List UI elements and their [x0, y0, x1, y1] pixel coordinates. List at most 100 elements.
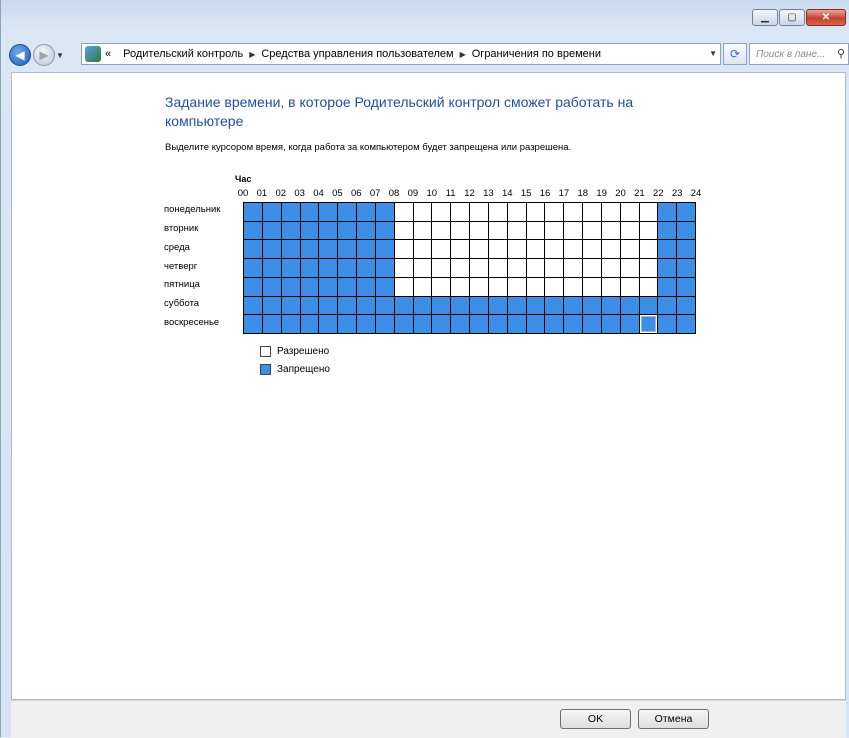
- refresh-button[interactable]: ⟳: [723, 43, 747, 65]
- time-cell[interactable]: [357, 277, 376, 297]
- cancel-button[interactable]: Отмена: [638, 709, 709, 729]
- time-cell[interactable]: [300, 240, 320, 260]
- time-cell[interactable]: [620, 277, 640, 297]
- time-cell[interactable]: [451, 315, 470, 334]
- time-cell[interactable]: [507, 277, 527, 297]
- time-cell[interactable]: [620, 259, 640, 278]
- time-cell[interactable]: [470, 203, 489, 222]
- time-cell[interactable]: [601, 296, 621, 316]
- time-cell[interactable]: [488, 296, 508, 316]
- time-cell[interactable]: [451, 259, 470, 278]
- time-cell[interactable]: [545, 203, 565, 222]
- time-cell[interactable]: [564, 315, 583, 334]
- time-cell[interactable]: [262, 259, 282, 278]
- time-cell[interactable]: [639, 259, 659, 278]
- breadcrumb-separator-icon[interactable]: ▶: [460, 50, 466, 59]
- time-cell[interactable]: [375, 296, 395, 316]
- time-cell[interactable]: [432, 240, 452, 260]
- time-cell[interactable]: [262, 277, 282, 297]
- time-cell[interactable]: [677, 296, 696, 316]
- time-cell[interactable]: [357, 240, 376, 260]
- time-cell[interactable]: [338, 240, 357, 260]
- time-cell[interactable]: [394, 221, 414, 241]
- time-cell[interactable]: [262, 240, 282, 260]
- time-cell[interactable]: [413, 240, 433, 260]
- time-cell[interactable]: [470, 221, 489, 241]
- time-cell[interactable]: [394, 277, 414, 297]
- time-cell[interactable]: [545, 259, 565, 278]
- time-cell[interactable]: [300, 259, 320, 278]
- search-input[interactable]: Поиск в пане... ⚲: [749, 43, 849, 65]
- time-cell[interactable]: [488, 315, 508, 334]
- time-cell[interactable]: [526, 277, 546, 297]
- time-cell[interactable]: [338, 259, 357, 278]
- time-cell[interactable]: [451, 277, 470, 297]
- time-cell[interactable]: [394, 203, 414, 222]
- time-cell[interactable]: [583, 277, 602, 297]
- time-cell[interactable]: [262, 296, 282, 316]
- time-cell[interactable]: [357, 259, 376, 278]
- time-cell[interactable]: [244, 296, 263, 316]
- time-cell[interactable]: [357, 203, 376, 222]
- time-cell[interactable]: [413, 203, 433, 222]
- time-cell[interactable]: [319, 240, 339, 260]
- search-icon[interactable]: ⚲: [837, 47, 845, 60]
- time-cell[interactable]: [677, 277, 696, 297]
- time-cell[interactable]: [677, 315, 696, 334]
- time-cell[interactable]: [281, 240, 301, 260]
- time-cell[interactable]: [470, 315, 489, 334]
- time-cell[interactable]: [470, 296, 489, 316]
- time-cell[interactable]: [432, 296, 452, 316]
- time-cell[interactable]: [432, 315, 452, 334]
- time-cell[interactable]: [319, 203, 339, 222]
- time-cell[interactable]: [677, 240, 696, 260]
- time-cell[interactable]: [488, 203, 508, 222]
- time-cell[interactable]: [319, 277, 339, 297]
- time-cell[interactable]: [583, 315, 602, 334]
- time-cell[interactable]: [357, 315, 376, 334]
- recent-pages-dropdown[interactable]: ▼: [56, 51, 64, 60]
- breadcrumb-separator-icon[interactable]: ▶: [249, 50, 255, 59]
- time-cell[interactable]: [319, 259, 339, 278]
- time-cell[interactable]: [677, 203, 696, 222]
- time-cell[interactable]: [564, 296, 583, 316]
- time-cell[interactable]: [338, 203, 357, 222]
- time-cell[interactable]: [281, 259, 301, 278]
- time-cell[interactable]: [658, 203, 678, 222]
- time-cell[interactable]: [545, 240, 565, 260]
- time-cell[interactable]: [338, 296, 357, 316]
- time-cell[interactable]: [470, 259, 489, 278]
- time-cell[interactable]: [564, 221, 583, 241]
- time-cell[interactable]: [300, 315, 320, 334]
- time-cell[interactable]: [375, 203, 395, 222]
- time-cell[interactable]: [639, 240, 659, 260]
- time-cell[interactable]: [319, 221, 339, 241]
- time-cell[interactable]: [357, 221, 376, 241]
- time-cell[interactable]: [658, 259, 678, 278]
- maximize-button[interactable]: ▢: [779, 9, 805, 26]
- time-cell[interactable]: [300, 296, 320, 316]
- time-cell[interactable]: [451, 203, 470, 222]
- time-cell[interactable]: [564, 240, 583, 260]
- time-cell[interactable]: [413, 315, 433, 334]
- time-cell[interactable]: [281, 221, 301, 241]
- time-cell[interactable]: [639, 277, 659, 297]
- time-cell[interactable]: [507, 221, 527, 241]
- time-cell[interactable]: [375, 315, 395, 334]
- time-cell[interactable]: [545, 221, 565, 241]
- time-cell[interactable]: [413, 296, 433, 316]
- minimize-button[interactable]: ▁: [752, 9, 778, 26]
- time-cell[interactable]: [526, 221, 546, 241]
- time-cell[interactable]: [244, 203, 263, 222]
- time-cell[interactable]: [300, 203, 320, 222]
- time-cell[interactable]: [413, 221, 433, 241]
- time-cell[interactable]: [394, 259, 414, 278]
- time-cell[interactable]: [526, 203, 546, 222]
- time-cell[interactable]: [601, 203, 621, 222]
- time-cell[interactable]: [244, 240, 263, 260]
- time-cell[interactable]: [526, 296, 546, 316]
- time-cell[interactable]: [639, 221, 659, 241]
- time-cell[interactable]: [620, 240, 640, 260]
- time-cell[interactable]: [357, 296, 376, 316]
- address-dropdown-icon[interactable]: ▼: [709, 49, 717, 58]
